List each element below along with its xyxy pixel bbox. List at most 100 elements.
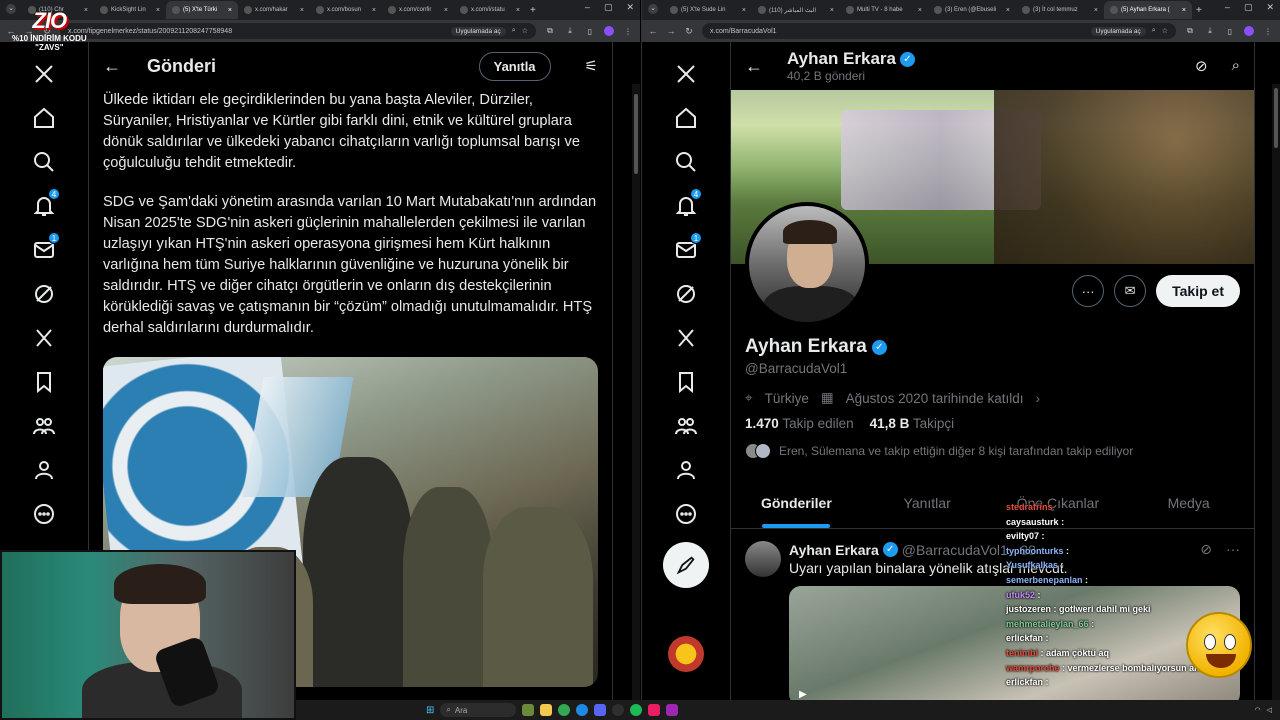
close-window-button[interactable]: ✕ — [626, 2, 634, 13]
chat-username[interactable]: justozeren — [1006, 604, 1051, 614]
open-in-app-button[interactable]: Uygulamada aç — [450, 26, 506, 36]
minimize-button[interactable]: – — [585, 2, 590, 13]
notifications-icon[interactable]: 4 — [664, 184, 708, 228]
edge-icon[interactable] — [576, 704, 589, 716]
close-icon[interactable]: × — [372, 7, 376, 14]
close-icon[interactable]: × — [830, 7, 834, 14]
browser-tab[interactable]: (3) İt col temmuz × — [1016, 1, 1104, 19]
back-arrow-icon[interactable]: ← — [745, 56, 763, 77]
back-icon[interactable]: ← — [648, 26, 658, 36]
x-premium-icon[interactable] — [664, 316, 708, 360]
communities-icon[interactable] — [664, 404, 708, 448]
spotify-icon[interactable] — [630, 704, 643, 716]
close-icon[interactable]: × — [444, 7, 448, 14]
zoom-icon[interactable]: ⌕ — [1152, 27, 1156, 35]
close-icon[interactable]: × — [1094, 7, 1098, 14]
close-icon[interactable]: × — [516, 7, 520, 14]
sidebar-icon[interactable]: ▯ — [584, 27, 596, 36]
tab-posts[interactable]: Gönderiler — [731, 489, 862, 528]
tweet-author-name[interactable]: Ayhan Erkara — [789, 542, 879, 558]
close-icon[interactable]: × — [300, 7, 304, 14]
wifi-icon[interactable]: ◠ — [1255, 706, 1261, 714]
grok-icon[interactable]: ⊘ — [1195, 57, 1208, 75]
browser-tab[interactable]: x.com/bosun × — [310, 1, 382, 19]
menu-icon[interactable]: ⋮ — [622, 27, 634, 36]
account-avatar[interactable] — [668, 636, 704, 672]
chat-username[interactable]: wamrporche — [1006, 663, 1060, 673]
message-button[interactable]: ✉ — [1114, 275, 1147, 307]
close-icon[interactable]: × — [918, 7, 922, 14]
tab-replies[interactable]: Yanıtlar — [862, 489, 993, 528]
avatar[interactable] — [745, 541, 781, 577]
tab-menu-button[interactable]: ⌄ — [648, 4, 658, 14]
chrome-icon[interactable] — [558, 704, 571, 716]
extensions-icon[interactable]: ⧉ — [544, 26, 556, 36]
reply-button[interactable]: Yanıtla — [478, 51, 551, 81]
file-explorer-icon[interactable] — [540, 704, 553, 716]
sidebar-icon[interactable]: ▯ — [1224, 27, 1236, 36]
app-icon[interactable] — [648, 704, 661, 716]
search-icon[interactable]: ⌕ — [1232, 57, 1240, 75]
bookmark-star-icon[interactable]: ☆ — [1162, 27, 1168, 35]
chat-username[interactable]: semerbenepanlan — [1006, 575, 1083, 585]
browser-tab[interactable]: x.com/hakar × — [238, 1, 310, 19]
close-icon[interactable]: × — [156, 7, 160, 14]
close-icon[interactable]: × — [742, 7, 746, 14]
extensions-icon[interactable]: ⧉ — [1184, 26, 1196, 36]
url-field[interactable]: x.com/tipgenelmerkez/status/200921120824… — [60, 23, 536, 39]
x-logo-icon[interactable] — [22, 52, 66, 96]
forward-icon[interactable]: → — [666, 26, 676, 36]
close-icon[interactable]: × — [1006, 7, 1010, 14]
x-logo-icon[interactable] — [664, 52, 708, 96]
bookmark-star-icon[interactable]: ☆ — [522, 27, 528, 35]
more-icon[interactable] — [664, 492, 708, 536]
chat-username[interactable]: erlickfan — [1006, 633, 1043, 643]
close-window-button[interactable]: ✕ — [1266, 2, 1274, 13]
download-icon[interactable]: ⤓ — [564, 26, 576, 36]
follow-button[interactable]: Takip et — [1156, 275, 1240, 307]
windows-start-icon[interactable]: ⊞ — [426, 705, 434, 716]
browser-tab[interactable]: (3) Eren (@Ebuseli × — [928, 1, 1016, 19]
search-icon[interactable] — [664, 140, 708, 184]
url-field[interactable]: x.com/BarracudaVol1 Uygulamada aç ⌕ ☆ — [702, 23, 1176, 39]
chat-username[interactable]: caysausturk — [1006, 517, 1059, 527]
browser-tab[interactable]: (5) X'te Sude Lin × — [664, 1, 752, 19]
search-icon[interactable] — [22, 140, 66, 184]
messages-icon[interactable]: 1 — [22, 228, 66, 272]
chat-username[interactable]: tenimbi — [1006, 648, 1038, 658]
back-arrow-icon[interactable]: ← — [103, 56, 121, 77]
notifications-icon[interactable]: 4 — [22, 184, 66, 228]
chat-username[interactable]: erlickfan — [1006, 677, 1043, 687]
grok-icon[interactable] — [664, 272, 708, 316]
browser-tab[interactable]: Multi TV - 8 habe × — [840, 1, 928, 19]
open-in-app-button[interactable]: Uygulamada aç — [1090, 26, 1146, 36]
chat-username[interactable]: ufuk52 — [1006, 590, 1035, 600]
browser-tab[interactable]: x.com/i/statu × — [454, 1, 526, 19]
grok-icon[interactable] — [22, 272, 66, 316]
chat-username[interactable]: Yusufkalkas — [1006, 560, 1058, 570]
play-icon[interactable]: ▶ — [799, 689, 807, 700]
menu-icon[interactable]: ⋮ — [1262, 27, 1274, 36]
profile-icon[interactable] — [664, 448, 708, 492]
more-options-button[interactable]: ··· — [1072, 275, 1105, 307]
followed-by[interactable]: Eren, Sülemana ve takip ettiğin diğer 8 … — [745, 443, 1240, 459]
minimize-button[interactable]: – — [1225, 2, 1230, 13]
filter-icon[interactable]: ⚟ — [585, 57, 598, 75]
compose-post-button[interactable] — [663, 542, 709, 588]
profile-avatar[interactable] — [1244, 26, 1254, 36]
bookmarks-icon[interactable] — [664, 360, 708, 404]
browser-tab[interactable]: KickSight Lin × — [94, 1, 166, 19]
scrollbar[interactable] — [632, 84, 640, 700]
messages-icon[interactable]: 1 — [664, 228, 708, 272]
new-tab-button[interactable]: + — [530, 5, 536, 16]
app-icon[interactable] — [666, 704, 679, 716]
chat-username[interactable]: mehmetalieylan_66 — [1006, 619, 1089, 629]
browser-tab[interactable]: (110) البث المباشر × — [752, 1, 840, 19]
x-premium-icon[interactable] — [22, 316, 66, 360]
close-icon[interactable]: × — [1182, 7, 1186, 14]
browser-tab[interactable]: x.com/confir × — [382, 1, 454, 19]
widgets-icon[interactable] — [522, 704, 535, 716]
profile-icon[interactable] — [22, 448, 66, 492]
new-tab-button[interactable]: + — [1196, 5, 1202, 16]
chat-username[interactable]: stedrafrins — [1006, 502, 1053, 512]
